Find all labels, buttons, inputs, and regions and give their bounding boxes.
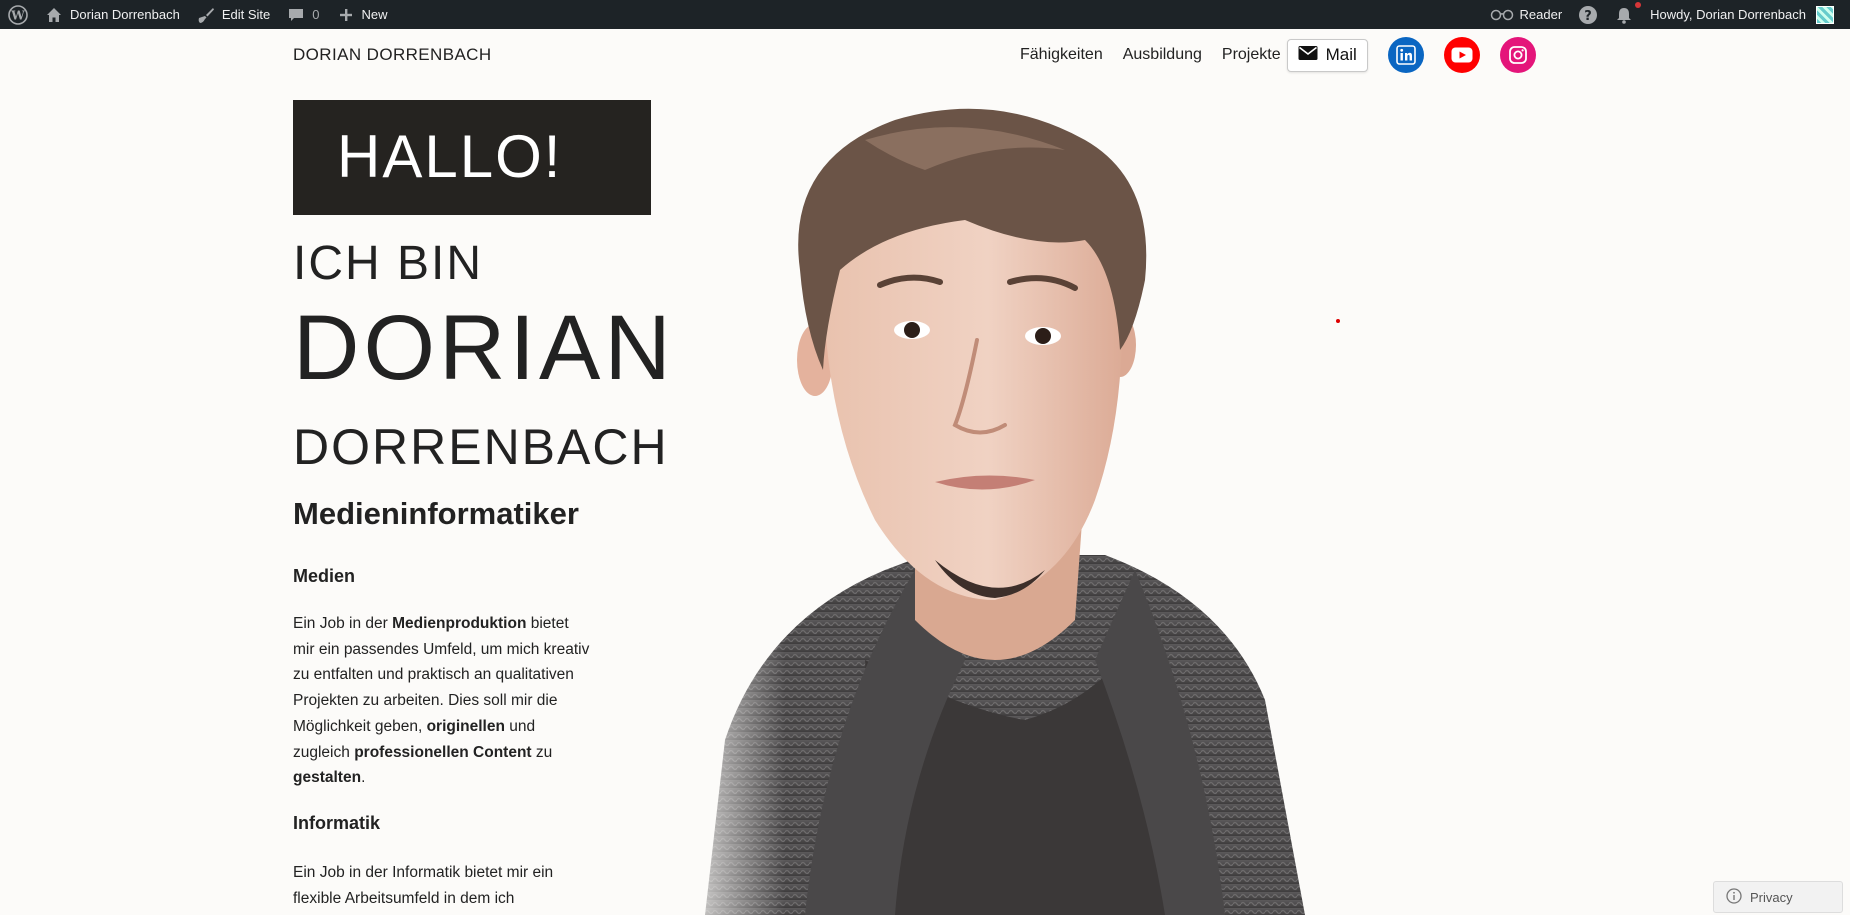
svg-text:?: ?: [1584, 9, 1592, 24]
edit-site-label: Edit Site: [221, 7, 271, 22]
site-name-link[interactable]: Dorian Dorrenbach: [36, 0, 188, 29]
main-navigation: Fähigkeiten Ausbildung Projekte Mail: [1020, 37, 1536, 73]
admin-bar: W Dorian Dorrenbach Edit Site 0 New Read…: [0, 0, 1850, 29]
comments-link[interactable]: 0: [278, 0, 327, 29]
informatik-paragraph: Ein Job in der Informatik bietet mir ein…: [293, 864, 554, 907]
wordpress-logo-icon: W: [8, 4, 28, 25]
plus-icon: [336, 5, 356, 25]
new-label: New: [361, 7, 388, 22]
help-button[interactable]: ?: [1570, 0, 1606, 29]
envelope-icon: [1298, 45, 1318, 66]
intro-text: ICH BIN: [293, 237, 484, 290]
svg-text:W: W: [10, 8, 25, 22]
linkedin-link[interactable]: [1387, 37, 1424, 73]
red-dot-marker: [1336, 319, 1340, 323]
comments-count: 0: [312, 7, 320, 22]
privacy-badge[interactable]: Privacy: [1713, 881, 1843, 913]
account-menu[interactable]: Howdy, Dorian Dorrenbach: [1642, 0, 1842, 29]
instagram-icon: [1508, 45, 1528, 65]
reader-label: Reader: [1519, 7, 1563, 22]
privacy-label: Privacy: [1750, 889, 1793, 905]
medien-bold-4: gestalten: [293, 769, 362, 787]
notification-badge: [1635, 2, 1642, 8]
medien-text-4: zu: [531, 743, 553, 761]
greeting-text: HALLO!: [337, 123, 563, 190]
wordpress-menu[interactable]: W: [0, 0, 36, 29]
nav-item-faehigkeiten[interactable]: Fähigkeiten: [1020, 46, 1103, 64]
medien-bold-3: professionellen Content: [354, 743, 532, 761]
avatar: [1816, 5, 1834, 24]
role-heading: Medieninformatiker: [293, 496, 579, 531]
nav-item-ausbildung[interactable]: Ausbildung: [1123, 46, 1202, 64]
home-icon: [44, 5, 64, 25]
notifications-button[interactable]: [1606, 0, 1642, 29]
bell-icon: [1614, 5, 1634, 25]
greeting-banner: HALLO!: [293, 100, 651, 215]
reader-glasses-icon: [1490, 5, 1514, 25]
instagram-link[interactable]: [1499, 37, 1536, 73]
mail-button[interactable]: Mail: [1286, 38, 1368, 72]
brush-icon: [196, 5, 216, 25]
last-name-heading: DORRENBACH: [293, 419, 669, 475]
linkedin-icon: [1395, 45, 1416, 65]
site-name-label: Dorian Dorrenbach: [70, 7, 180, 22]
reader-link[interactable]: Reader: [1482, 0, 1571, 29]
howdy-label: Howdy, Dorian Dorrenbach: [1650, 7, 1806, 22]
info-icon: [1726, 887, 1742, 907]
medien-paragraph: Ein Job in der Medienproduktion bietet m…: [293, 611, 593, 791]
portrait-photo: [665, 100, 1410, 915]
edit-site-link[interactable]: Edit Site: [188, 0, 278, 29]
informatik-heading: Informatik: [293, 813, 381, 833]
medien-heading: Medien: [293, 566, 356, 586]
nav-item-projekte[interactable]: Projekte: [1222, 46, 1281, 64]
youtube-link[interactable]: [1443, 37, 1480, 73]
help-icon: ?: [1578, 5, 1598, 25]
comment-icon: [286, 5, 306, 25]
medien-text-1: Ein Job in der: [293, 615, 393, 632]
first-name-heading: DORIAN: [293, 297, 675, 399]
site-title[interactable]: DORIAN DORRENBACH: [293, 45, 492, 65]
medien-bold-2: originellen: [426, 717, 505, 735]
mail-label: Mail: [1325, 45, 1357, 64]
medien-text-5: .: [361, 769, 366, 787]
medien-bold-1: Medienproduktion: [392, 615, 527, 632]
new-content-link[interactable]: New: [328, 0, 396, 29]
youtube-icon: [1451, 47, 1473, 63]
